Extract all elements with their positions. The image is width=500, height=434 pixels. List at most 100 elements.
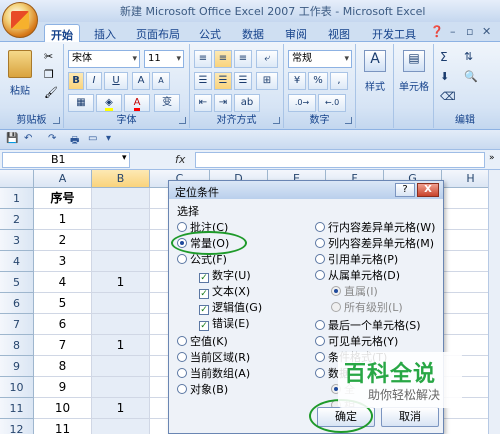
column-header[interactable]: A — [34, 170, 92, 188]
new-document-icon[interactable]: ▭ — [88, 133, 101, 146]
checkbox-logicals[interactable]: ✓ 逻辑值(G) — [199, 301, 262, 315]
grid-cell[interactable] — [442, 314, 488, 335]
grid-cell[interactable] — [92, 251, 150, 272]
row-header[interactable]: 7 — [0, 314, 34, 335]
row-header[interactable]: 10 — [0, 377, 34, 398]
tab-developer[interactable]: 开发工具 — [366, 24, 422, 42]
currency-button[interactable]: ¥ — [288, 72, 306, 90]
grid-cell[interactable] — [92, 419, 150, 434]
tab-insert[interactable]: 插入 — [88, 24, 122, 42]
row-header[interactable]: 3 — [0, 230, 34, 251]
wrap-text-button[interactable]: ⤶ — [256, 50, 278, 68]
dialog-help-button[interactable]: ? — [395, 183, 415, 197]
row-header[interactable]: 1 — [0, 188, 34, 209]
grid-cell[interactable]: 2 — [34, 230, 92, 251]
select-all-corner[interactable] — [0, 170, 34, 188]
cells-icon[interactable]: ▤ — [403, 50, 425, 72]
grid-cell[interactable]: 1 — [92, 398, 150, 419]
align-bottom-button[interactable]: ≡ — [234, 50, 252, 68]
option-column-differences[interactable]: 列内容差异单元格(M) — [315, 237, 434, 251]
phonetic-button[interactable]: 变 — [154, 94, 180, 112]
fill-icon[interactable]: ⬇ — [440, 70, 449, 83]
row-header[interactable]: 9 — [0, 356, 34, 377]
grid-cell[interactable] — [442, 209, 488, 230]
italic-button[interactable]: I — [86, 72, 102, 90]
decrease-indent-button[interactable]: ⇤ — [194, 94, 212, 112]
row-header[interactable]: 8 — [0, 335, 34, 356]
bold-button[interactable]: B — [68, 72, 84, 90]
tab-view[interactable]: 视图 — [322, 24, 356, 42]
name-box[interactable]: B1 — [2, 152, 130, 168]
option-current-region[interactable]: 当前区域(R) — [177, 351, 250, 365]
copy-icon[interactable]: ❐ — [44, 68, 54, 81]
option-row-differences[interactable]: 行内容差异单元格(W) — [315, 221, 435, 235]
grow-font-button[interactable]: A — [132, 72, 150, 90]
redo-icon[interactable]: ↷ — [48, 133, 61, 146]
option-current-array[interactable]: 当前数组(A) — [177, 367, 250, 381]
paste-icon[interactable] — [8, 50, 32, 78]
alignment-launcher-icon[interactable] — [273, 117, 280, 124]
align-center-button[interactable]: ☰ — [214, 72, 232, 90]
grid-cell[interactable]: 7 — [34, 335, 92, 356]
grid-cell[interactable] — [92, 377, 150, 398]
help-icon[interactable]: ❓ — [430, 25, 444, 38]
grid-cell[interactable] — [92, 209, 150, 230]
checkbox-numbers[interactable]: ✓ 数字(U) — [199, 269, 251, 283]
grid-cell[interactable]: 4 — [34, 272, 92, 293]
office-button[interactable] — [2, 2, 38, 38]
print-preview-icon[interactable]: 🖶 — [70, 133, 83, 146]
percent-button[interactable]: % — [308, 72, 328, 90]
grid-cell[interactable]: 序号 — [34, 188, 92, 209]
row-header[interactable]: 6 — [0, 293, 34, 314]
font-color-button[interactable]: A — [124, 94, 150, 112]
align-top-button[interactable]: ≡ — [194, 50, 212, 68]
increase-indent-button[interactable]: ⇥ — [214, 94, 232, 112]
grid-cell[interactable]: 1 — [34, 209, 92, 230]
tab-data[interactable]: 数据 — [236, 24, 270, 42]
grid-cell[interactable]: 3 — [34, 251, 92, 272]
grid-cell[interactable] — [92, 314, 150, 335]
sort-filter-icon[interactable]: ⇅ — [464, 50, 473, 63]
save-icon[interactable]: 💾 — [6, 133, 19, 146]
checkbox-errors[interactable]: ✓ 错误(E) — [199, 317, 250, 331]
grid-cell[interactable] — [442, 188, 488, 209]
grid-cell[interactable]: 6 — [34, 314, 92, 335]
orientation-button[interactable]: ab — [234, 94, 260, 112]
grid-cell[interactable]: 11 — [34, 419, 92, 434]
option-precedents[interactable]: 引用单元格(P) — [315, 253, 398, 267]
tab-formulas[interactable]: 公式 — [193, 24, 227, 42]
grid-cell[interactable] — [442, 251, 488, 272]
option-objects[interactable]: 对象(B) — [177, 383, 228, 397]
font-name-combo[interactable]: 宋体 — [68, 50, 140, 68]
grid-cell[interactable] — [442, 293, 488, 314]
option-blanks[interactable]: 空值(K) — [177, 335, 228, 349]
align-middle-button[interactable]: ≡ — [214, 50, 232, 68]
clipboard-launcher-icon[interactable] — [53, 117, 60, 124]
vertical-scrollbar[interactable] — [488, 170, 500, 434]
grid-cell[interactable] — [92, 230, 150, 251]
grid-cell[interactable] — [442, 272, 488, 293]
shrink-font-button[interactable]: A — [152, 72, 170, 90]
grid-cell[interactable] — [92, 188, 150, 209]
comma-button[interactable]: , — [330, 72, 348, 90]
grid-cell[interactable]: 1 — [92, 335, 150, 356]
grid-cell[interactable]: 5 — [34, 293, 92, 314]
cells-button-label[interactable]: 单元格 — [394, 78, 434, 93]
minimize-icon[interactable]: – — [450, 25, 456, 38]
tab-page-layout[interactable]: 页面布局 — [130, 24, 186, 42]
grid-cell[interactable]: 10 — [34, 398, 92, 419]
option-formulas[interactable]: 公式(F) — [177, 253, 227, 267]
checkbox-text[interactable]: ✓ 文本(X) — [199, 285, 250, 299]
insert-function-icon[interactable]: fx — [175, 153, 185, 166]
formula-input[interactable] — [195, 152, 485, 168]
align-left-button[interactable]: ☰ — [194, 72, 212, 90]
restore-icon[interactable]: ▫ — [466, 25, 473, 38]
row-header[interactable]: 11 — [0, 398, 34, 419]
dialog-close-button[interactable]: X — [417, 183, 439, 197]
find-select-icon[interactable]: 🔍 — [464, 70, 478, 83]
grid-cell[interactable] — [92, 356, 150, 377]
font-launcher-icon[interactable] — [179, 117, 186, 124]
format-painter-icon[interactable]: 🖌 — [44, 86, 58, 99]
autosum-icon[interactable]: Σ — [440, 50, 448, 64]
grid-cell[interactable]: 1 — [92, 272, 150, 293]
